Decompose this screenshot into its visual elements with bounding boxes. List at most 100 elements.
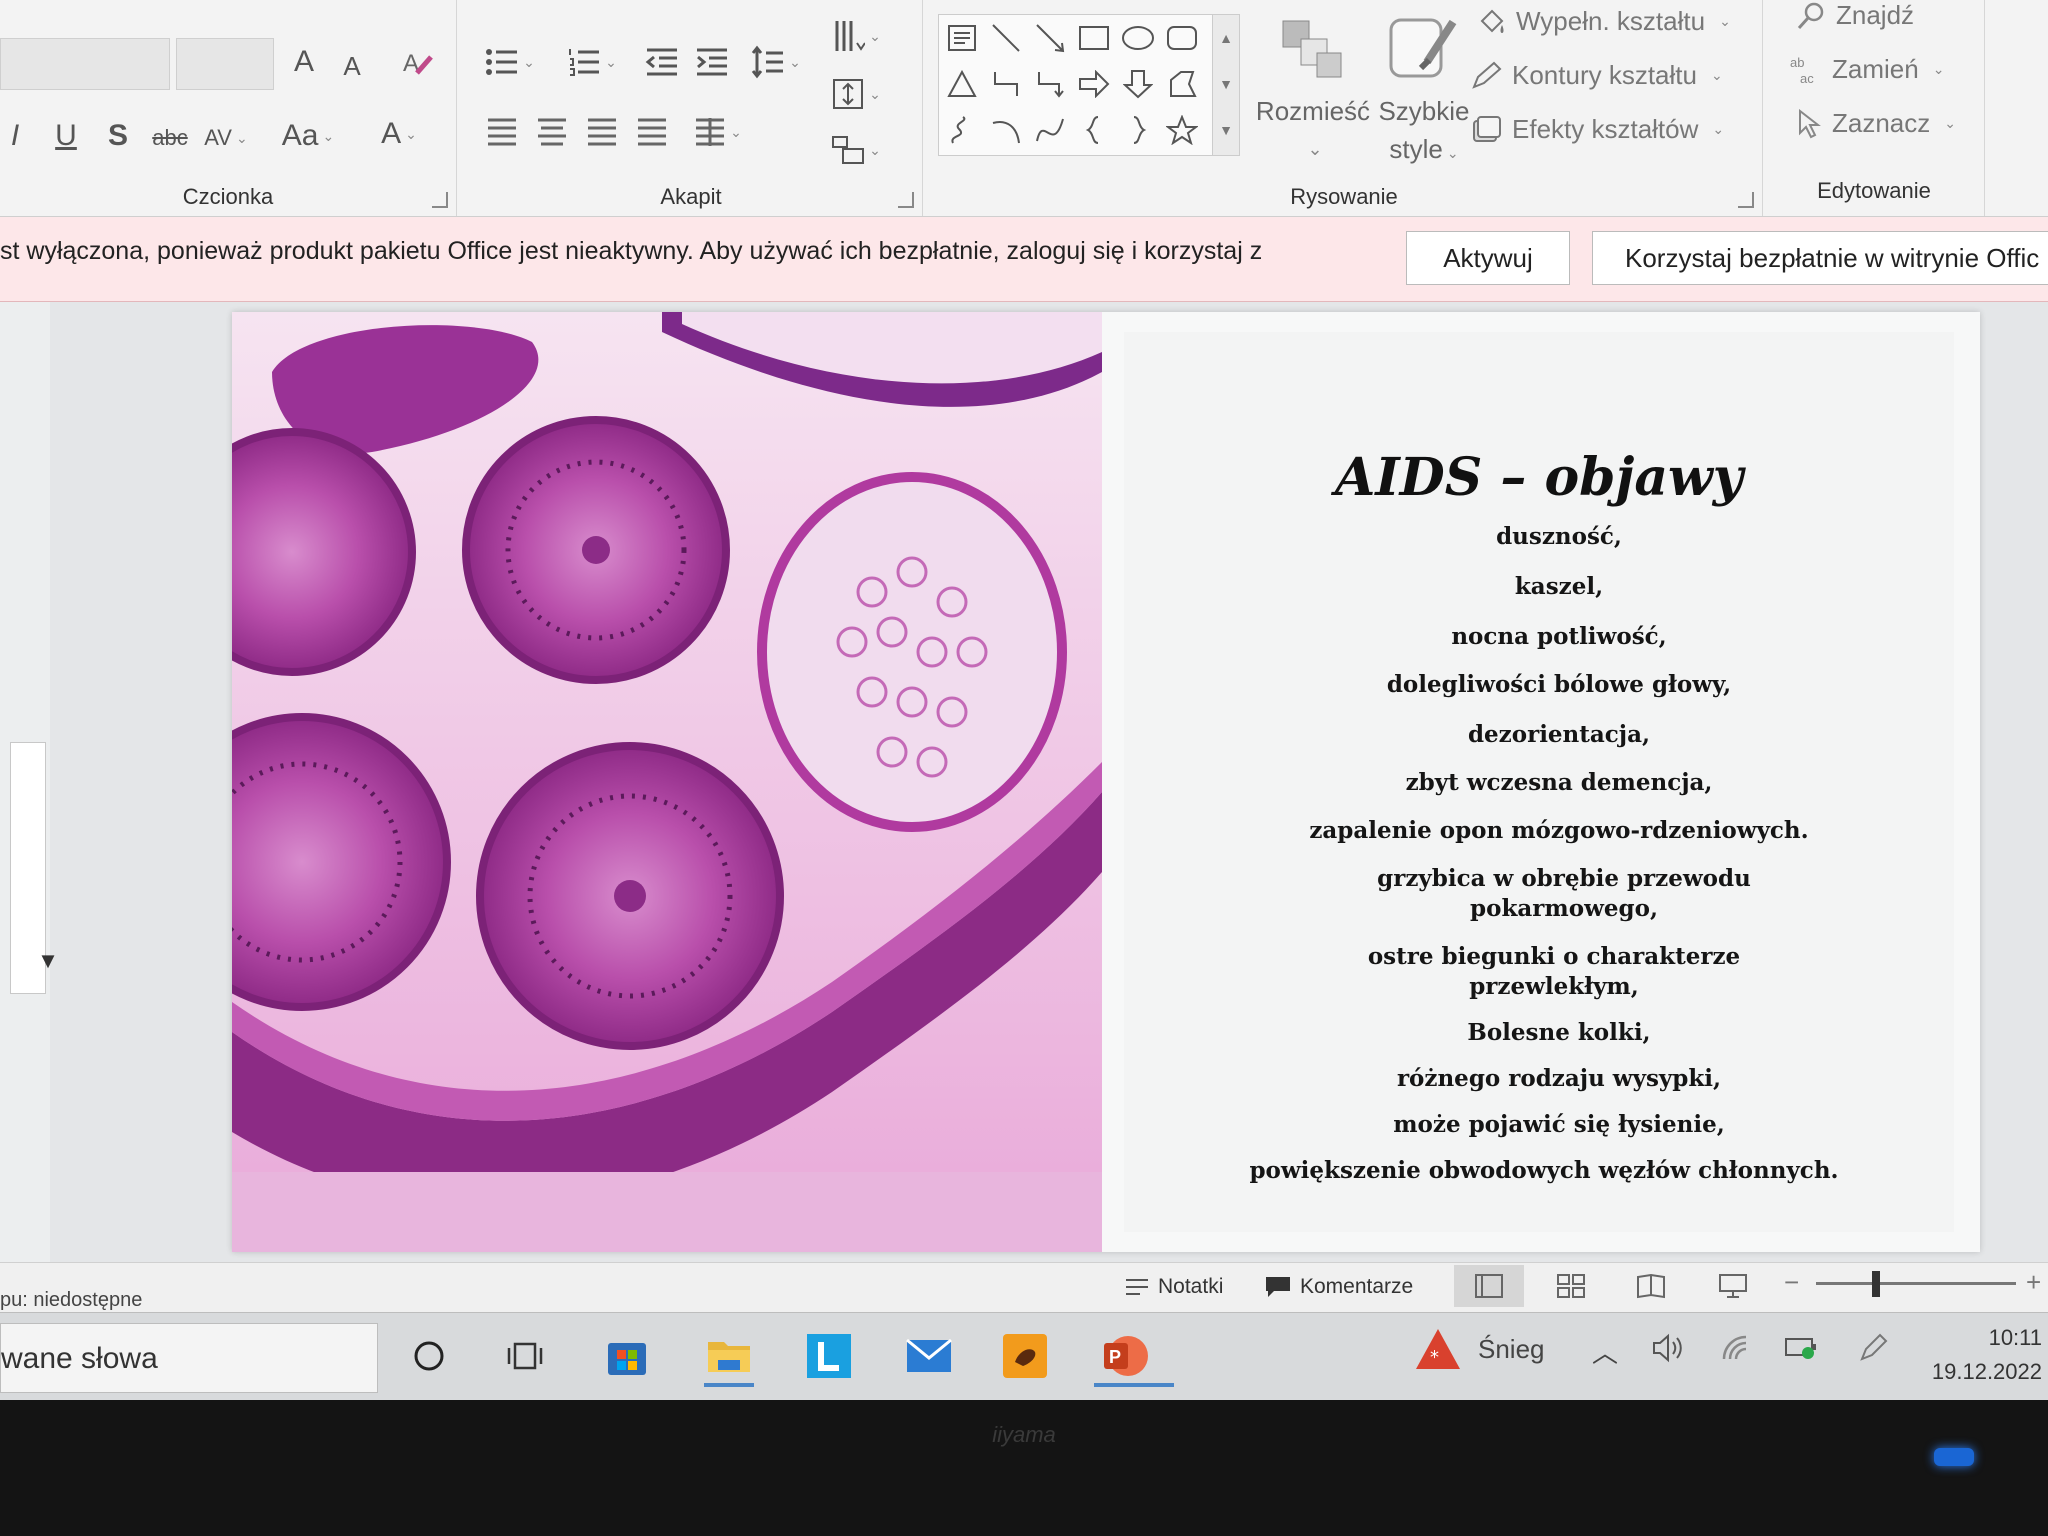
l-app-icon[interactable] <box>798 1325 860 1387</box>
font-dialog-launcher-icon[interactable] <box>432 192 448 208</box>
down-arrow-shape-icon[interactable] <box>1119 65 1157 103</box>
scroll-down-icon[interactable]: ▼ <box>28 944 68 978</box>
shape-effects-button[interactable]: Efekty kształtów ⌄ <box>1470 114 1724 145</box>
freeform-shape-icon[interactable] <box>1163 65 1201 103</box>
drawing-dialog-launcher-icon[interactable] <box>1738 192 1754 208</box>
right-arrow-shape-icon[interactable] <box>1075 65 1113 103</box>
arrange-button[interactable]: Rozmieść ⌄ <box>1248 92 1378 168</box>
quick-styles-button[interactable]: Szybkie style ⌄ <box>1364 92 1484 172</box>
bullets-icon[interactable]: ⌄ <box>478 40 542 84</box>
text-direction-icon[interactable]: ⌄ <box>824 12 888 60</box>
shrink-font-button[interactable]: A <box>334 46 370 86</box>
shadow-button[interactable]: S <box>98 114 138 158</box>
line-spacing-icon[interactable]: ⌄ <box>746 38 806 86</box>
show-hidden-icons-chevron-icon[interactable]: ︿ <box>1592 1333 1618 1370</box>
windows-taskbar: wane słowa P * Śnieg ︿ 10:11 19.12.2022 <box>0 1312 2048 1400</box>
quick-styles-label-line2: style ⌄ <box>1389 134 1459 164</box>
decrease-indent-icon[interactable] <box>640 40 684 84</box>
battery-icon[interactable] <box>1784 1333 1818 1361</box>
align-right-icon[interactable] <box>580 110 624 154</box>
zoom-slider-thumb[interactable] <box>1872 1271 1880 1297</box>
normal-view-icon[interactable] <box>1454 1265 1524 1307</box>
mail-icon[interactable] <box>898 1325 960 1387</box>
comment-icon <box>1266 1277 1290 1297</box>
scroll-down-icon[interactable]: ▼ <box>1213 61 1239 107</box>
reading-view-icon[interactable] <box>1616 1265 1686 1307</box>
character-spacing-button[interactable]: AV ⌄ <box>200 116 252 160</box>
font-color-button[interactable]: A ⌄ <box>366 112 432 156</box>
thumbnail-pane-scrollbar[interactable] <box>0 302 50 1270</box>
activate-button[interactable]: Aktywuj <box>1406 231 1570 285</box>
more-icon[interactable]: ▼ <box>1213 107 1239 153</box>
replace-icon: abac <box>1790 55 1814 85</box>
current-slide[interactable]: AIDS – objawy duszność, kaszel, nocna po… <box>232 312 1980 1252</box>
numbering-icon[interactable]: ⌄ <box>560 40 624 84</box>
align-text-icon[interactable]: ⌄ <box>824 70 888 118</box>
font-size-combo[interactable] <box>176 38 274 90</box>
shape-fill-button[interactable]: Wypełn. kształtu ⌄ <box>1476 6 1731 37</box>
pen-settings-icon[interactable] <box>1858 1333 1888 1363</box>
italic-button[interactable]: I <box>0 114 30 158</box>
slideshow-icon[interactable] <box>1698 1265 1768 1307</box>
comments-button[interactable]: Komentarze <box>1264 1275 1413 1299</box>
arrange-icon[interactable] <box>1272 10 1352 90</box>
weather-widget[interactable]: * Śnieg <box>1414 1327 1545 1371</box>
store-icon[interactable] <box>596 1325 658 1387</box>
scroll-up-icon[interactable]: ▲ <box>1213 15 1239 61</box>
triangle-shape-icon[interactable] <box>943 65 981 103</box>
find-button[interactable]: Znajdź <box>1796 0 1914 31</box>
oval-shape-icon[interactable] <box>1119 19 1157 57</box>
line-shape-icon[interactable] <box>987 19 1025 57</box>
file-explorer-icon[interactable] <box>698 1325 760 1387</box>
columns-icon[interactable]: ⌄ <box>686 110 750 154</box>
symptoms-text-box[interactable]: AIDS – objawy duszność, kaszel, nocna po… <box>1124 332 1954 1232</box>
accessibility-status[interactable]: pu: niedostępne <box>0 1289 142 1312</box>
elbow-connector-shape-icon[interactable] <box>987 65 1025 103</box>
powerpoint-icon[interactable]: P <box>1094 1325 1174 1387</box>
increase-indent-icon[interactable] <box>690 40 734 84</box>
paragraph-dialog-launcher-icon[interactable] <box>898 192 914 208</box>
align-left-icon[interactable] <box>480 110 524 154</box>
strikethrough-button[interactable]: abc <box>146 116 194 160</box>
paint-app-icon[interactable] <box>994 1325 1056 1387</box>
arrow-line-shape-icon[interactable] <box>1031 19 1069 57</box>
arc-shape-icon[interactable] <box>987 111 1025 149</box>
scribble-shape-icon[interactable] <box>943 111 981 149</box>
cortana-icon[interactable] <box>398 1325 460 1387</box>
select-button[interactable]: Zaznacz ⌄ <box>1796 108 1956 139</box>
star-shape-icon[interactable] <box>1163 111 1201 149</box>
font-group: A A A I U S abc AV ⌄ Aa ⌄ A ⌄ Czcionka <box>0 0 457 216</box>
justify-icon[interactable] <box>630 110 674 154</box>
slide-sorter-icon[interactable] <box>1536 1265 1606 1307</box>
taskbar-search-box[interactable]: wane słowa <box>0 1323 378 1393</box>
underline-button[interactable]: U <box>46 114 86 158</box>
right-brace-shape-icon[interactable] <box>1119 111 1157 149</box>
chevron-down-icon: ⌄ <box>869 141 881 158</box>
wifi-icon[interactable] <box>1720 1333 1750 1363</box>
notes-button[interactable]: Notatki <box>1124 1275 1223 1299</box>
left-brace-shape-icon[interactable] <box>1075 111 1113 149</box>
rectangle-shape-icon[interactable] <box>1075 19 1113 57</box>
convert-to-smartart-icon[interactable]: ⌄ <box>824 128 888 172</box>
zoom-out-icon[interactable]: − <box>1784 1267 1799 1298</box>
elbow-arrow-shape-icon[interactable] <box>1031 65 1069 103</box>
volume-icon[interactable] <box>1652 1333 1684 1363</box>
active-app-indicator <box>704 1383 754 1387</box>
clear-format-icon[interactable]: A <box>396 40 440 84</box>
system-clock[interactable]: 10:11 19.12.2022 <box>1932 1321 2042 1389</box>
align-center-icon[interactable] <box>530 110 574 154</box>
replace-button[interactable]: ab ac Zamień ⌄ <box>1790 54 1944 85</box>
zoom-slider[interactable] <box>1816 1282 2016 1285</box>
shapes-gallery-scroll[interactable]: ▲ ▼ ▼ <box>1212 15 1239 155</box>
zoom-in-icon[interactable]: + <box>2026 1267 2041 1298</box>
use-free-online-button[interactable]: Korzystaj bezpłatnie w witrynie Offic <box>1592 231 2048 285</box>
curve-shape-icon[interactable] <box>1031 111 1069 149</box>
change-case-button[interactable]: Aa ⌄ <box>276 114 340 158</box>
rounded-rectangle-shape-icon[interactable] <box>1163 19 1201 57</box>
quick-styles-icon[interactable] <box>1382 8 1462 92</box>
grow-font-button[interactable]: A <box>284 40 324 84</box>
textbox-shape-icon[interactable] <box>943 19 981 57</box>
shape-outline-button[interactable]: Kontury kształtu ⌄ <box>1470 60 1723 91</box>
font-name-combo[interactable] <box>0 38 170 90</box>
task-view-icon[interactable] <box>494 1325 556 1387</box>
